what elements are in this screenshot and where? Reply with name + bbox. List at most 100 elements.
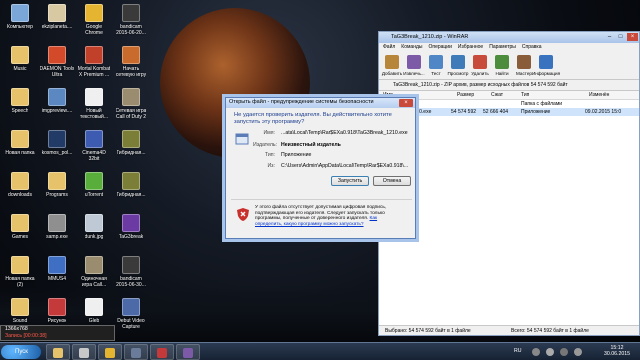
menu-item[interactable]: Операции — [428, 44, 451, 50]
menu-item[interactable]: Избранное — [458, 44, 483, 50]
app-icon — [48, 88, 66, 106]
desktop-icon[interactable]: Speech — [1, 86, 39, 128]
dialog-divider — [231, 199, 412, 200]
taskbar-app-winrar[interactable] — [176, 344, 200, 360]
desktop-icon[interactable]: Google Chrome — [75, 2, 113, 44]
file-type: Приложение — [521, 109, 551, 115]
desktop-icon[interactable]: uTorrent — [75, 170, 113, 212]
desktop-icon[interactable]: Cinema4D 32bit — [75, 128, 113, 170]
app-icon — [48, 130, 66, 148]
volume-icon[interactable] — [574, 348, 582, 356]
desktop-icon[interactable]: TaG3break — [112, 212, 150, 254]
taskbar-app-bandicam[interactable] — [150, 344, 174, 360]
desktop-icon[interactable]: ekziplaneta.... — [38, 2, 76, 44]
system-tray: RU 15:12 30.06.2015 — [510, 343, 640, 360]
tray-icon[interactable] — [546, 348, 554, 356]
toolbar-button[interactable]: Тест — [425, 52, 447, 80]
language-indicator[interactable]: RU — [514, 348, 522, 354]
app-icon — [122, 298, 140, 316]
desktop-icon[interactable]: Сетевая игра Call of Duty 2 — [112, 86, 150, 128]
file-list-header: Имя Размер Сжат Тип Изменён — [379, 91, 639, 100]
file-row-selected[interactable]: TaG3Break_1210.exe 54 574 592 52 666 404… — [379, 108, 639, 116]
app-icon — [11, 88, 29, 106]
desktop-icon-label: imgpreview.... — [41, 108, 73, 114]
toolbar-button[interactable]: Информация — [532, 52, 560, 80]
desktop-icon-label: downloads — [8, 192, 32, 198]
recorder-overlay[interactable]: 1366x768 Запись [00:00:38] — [0, 325, 115, 341]
desktop-icon[interactable]: imgpreview.... — [38, 86, 76, 128]
toolbar-icon — [473, 55, 487, 69]
desktop-icon[interactable]: dunk.jpg — [75, 212, 113, 254]
toolbar-button[interactable]: Найти — [491, 52, 513, 80]
field-from: Из: C:\Users\Admin\AppData\Local\Temp\Rar… — [267, 163, 409, 169]
winrar-statusbar: Выбрано: 54 574 592 байт в 1 файле Всего… — [379, 325, 639, 335]
desktop-icon-label: Sound — [12, 318, 28, 324]
steam-icon — [131, 348, 141, 358]
tray-icon[interactable] — [532, 348, 540, 356]
desktop-icon-label: Сетевая игра Call of Duty 2 — [115, 108, 147, 120]
desktop-icon[interactable]: bandicam 2015-06-30... — [112, 254, 150, 296]
dialog-titlebar[interactable]: Открыть файл - предупреждение системы бе… — [226, 98, 415, 108]
maximize-button[interactable]: □ — [615, 33, 626, 41]
cancel-button[interactable]: Отмена — [373, 176, 411, 186]
run-button[interactable]: Запустить — [331, 176, 369, 186]
toolbar-button[interactable]: Удалить — [469, 52, 491, 80]
start-button[interactable]: Пуск — [1, 345, 41, 359]
toolbar-button[interactable]: Просмотр — [447, 52, 469, 80]
desktop-icon[interactable]: Mortal Kombat X Premium ... — [75, 44, 113, 86]
menu-item[interactable]: Файл — [383, 44, 395, 50]
desktop-icon[interactable]: Debut Video Capture — [112, 296, 150, 338]
app-icon — [11, 214, 29, 232]
file-row[interactable]: .. Папка с файлами — [379, 100, 639, 108]
desktop-icon-label: bandicam 2015-06-30... — [116, 276, 146, 288]
taskbar-app-chrome[interactable] — [98, 344, 122, 360]
menu-item[interactable]: Параметры — [489, 44, 516, 50]
desktop-icon-label: samp.exe — [46, 234, 68, 240]
desktop-icon[interactable]: Programs — [38, 170, 76, 212]
clock-date: 30.06.2015 — [604, 351, 630, 357]
network-icon[interactable] — [560, 348, 568, 356]
dialog-close-button[interactable]: × — [399, 99, 413, 107]
desktop-icon[interactable]: Начать сетевую игру — [112, 44, 150, 86]
taskbar-app-steam[interactable] — [124, 344, 148, 360]
column-header[interactable]: Тип — [521, 91, 529, 100]
archive-path-bar[interactable]: TaG3Break_1210.zip - ZIP архив, размер и… — [379, 80, 639, 91]
desktop-icon[interactable]: downloads — [1, 170, 39, 212]
app-icon — [85, 214, 103, 232]
minimize-button[interactable]: – — [604, 33, 615, 41]
desktop-icon-label: Games — [11, 234, 29, 240]
app-icon — [122, 88, 140, 106]
column-header[interactable]: Изменён — [589, 91, 609, 100]
desktop-icon[interactable]: MMUS4 — [38, 254, 76, 296]
desktop-icon[interactable]: kosmos_pol... — [38, 128, 76, 170]
clock[interactable]: 15:12 30.06.2015 — [604, 345, 630, 357]
desktop-icon[interactable]: Games — [1, 212, 39, 254]
desktop-icon[interactable]: Компьютер — [1, 2, 39, 44]
column-header[interactable]: Размер — [457, 91, 474, 100]
desktop-icon[interactable]: samp.exe — [38, 212, 76, 254]
desktop-icon[interactable]: Music — [1, 44, 39, 86]
close-button[interactable]: × — [627, 33, 638, 41]
winrar-titlebar[interactable]: TaG3Break_1210.zip - WinRAR – □ × — [379, 32, 639, 43]
desktop-icon[interactable]: Гибридная... — [112, 128, 150, 170]
desktop-icon[interactable]: Новая папка (2) — [1, 254, 39, 296]
desktop-icon[interactable]: bandicam 2015-06-20... — [112, 2, 150, 44]
desktop-icon[interactable]: Новая папка — [1, 128, 39, 170]
desktop-icon[interactable]: DAEMON Tools Ultra — [38, 44, 76, 86]
app-icon — [48, 46, 66, 64]
security-warning-dialog[interactable]: Открыть файл - предупреждение системы бе… — [225, 97, 416, 239]
taskbar-app-player[interactable] — [72, 344, 96, 360]
winrar-icon — [183, 348, 193, 358]
app-icon — [48, 256, 66, 274]
winrar-window[interactable]: TaG3Break_1210.zip - WinRAR – □ × Файл Ко… — [378, 31, 640, 336]
menu-item[interactable]: Справка — [522, 44, 542, 50]
taskbar-app-explorer[interactable] — [46, 344, 70, 360]
toolbar-button[interactable]: Добавить — [381, 52, 403, 80]
desktop-icon-label: Cinema4D 32bit — [82, 150, 106, 162]
toolbar-button[interactable]: Извлечь... — [403, 52, 425, 80]
desktop-icon[interactable]: Одиночная игра Call... — [75, 254, 113, 296]
desktop-icon[interactable]: Гибридная... — [112, 170, 150, 212]
desktop-icon[interactable]: Новый текстовый... — [75, 86, 113, 128]
column-header[interactable]: Сжат — [491, 91, 503, 100]
menu-item[interactable]: Команды — [401, 44, 422, 50]
